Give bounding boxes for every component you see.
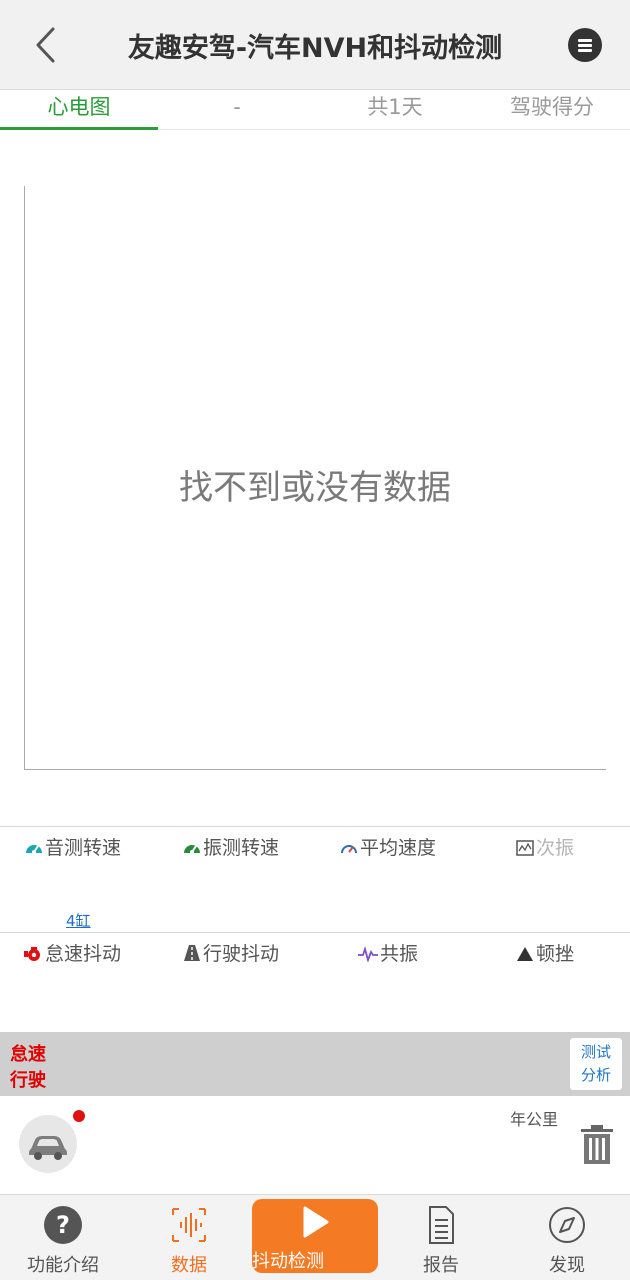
nav-feature-intro[interactable]: ? 功能介绍 (0, 1195, 126, 1280)
menu-button[interactable] (568, 28, 602, 62)
road-icon (183, 944, 201, 967)
nav-feature-intro-label: 功能介绍 (27, 1255, 99, 1276)
metric-avg-speed[interactable]: 平均速度 (340, 833, 436, 861)
metric-audio-rpm-label: 音测转速 (45, 837, 122, 859)
svg-text:?: ? (56, 1211, 70, 1239)
test-analysis-button[interactable]: 测试 分析 (570, 1038, 622, 1090)
metric-jerk[interactable]: 顿挫 (516, 939, 574, 967)
metric-vibration-rpm[interactable]: 振测转速 (183, 833, 279, 861)
test-analysis-line2: 分析 (580, 1066, 611, 1084)
metrics-row-top: 音测转速 振测转速 平均速度 次振 (0, 826, 630, 932)
metric-idle-shake[interactable]: 怠速抖动 (23, 939, 121, 967)
car-avatar[interactable] (19, 1115, 77, 1173)
status-driving-label: 行驶 (10, 1070, 46, 1091)
tab-bar: 心电图 - 共1天 驾驶得分 (0, 90, 630, 130)
metrics-row-bottom: 怠速抖动 行驶抖动 共振 顿挫 (0, 932, 630, 1032)
chevron-left-icon (36, 27, 55, 63)
menu-icon-line (578, 49, 592, 52)
nav-data-label: 数据 (171, 1255, 207, 1276)
metric-idle-shake-label: 怠速抖动 (45, 943, 122, 965)
nav-discover[interactable]: 发现 (504, 1195, 630, 1280)
gauge-icon (340, 839, 358, 861)
delete-button[interactable] (579, 1124, 615, 1166)
help-icon: ? (44, 1206, 82, 1244)
play-icon (303, 1206, 329, 1238)
nav-report[interactable]: 报告 (378, 1195, 504, 1280)
status-idle-label: 怠速 (10, 1044, 46, 1065)
metric-resonance-label: 共振 (380, 943, 419, 965)
engine-icon (23, 945, 43, 967)
chart-icon (516, 839, 534, 861)
metric-driving-shake[interactable]: 行驶抖动 (183, 939, 279, 967)
nav-discover-label: 发现 (549, 1255, 585, 1276)
triangle-icon (516, 945, 534, 967)
metric-vibration-count-label: 次振 (536, 837, 575, 859)
test-analysis-line1: 测试 (580, 1043, 611, 1061)
nav-shake-detection[interactable]: 抖动检测 (252, 1199, 378, 1273)
metric-vibration-rpm-label: 振测转速 (203, 837, 280, 859)
annual-mileage: 年公里 (509, 1110, 558, 1129)
menu-icon (578, 39, 592, 42)
metric-resonance[interactable]: 共振 (358, 939, 418, 967)
bottom-nav: ? 功能介绍 数据 抖动检测 报告 发现 (0, 1194, 630, 1280)
tab-driving-score[interactable]: 驾驶得分 (474, 90, 630, 130)
data-icon (172, 1208, 206, 1242)
metric-avg-speed-label: 平均速度 (360, 837, 437, 859)
tab-days[interactable]: 共1天 (316, 90, 474, 130)
document-icon (429, 1206, 454, 1244)
tab-ecg[interactable]: 心电图 (0, 90, 158, 130)
vehicle-card: 年公里 (0, 1096, 630, 1194)
back-button[interactable] (22, 20, 70, 70)
pulse-icon (358, 945, 378, 967)
compass-icon (549, 1207, 585, 1243)
speedometer-icon (25, 839, 43, 861)
metric-vibration-count[interactable]: 次振 (516, 833, 574, 861)
nav-data[interactable]: 数据 (126, 1195, 252, 1280)
notification-dot (73, 1110, 85, 1122)
page-title: 友趣安驾-汽车NVH和抖动检测 (127, 33, 503, 64)
status-bar: 怠速 行驶 测试 分析 (0, 1032, 630, 1096)
active-tab-indicator (0, 127, 158, 130)
tab-range[interactable]: - (158, 90, 316, 130)
speedometer-icon (183, 839, 201, 861)
app-header: 友趣安驾-汽车NVH和抖动检测 (0, 0, 630, 90)
metric-jerk-label: 顿挫 (536, 943, 575, 965)
metric-driving-shake-label: 行驶抖动 (203, 943, 280, 965)
nav-shake-detection-label: 抖动检测 (252, 1251, 324, 1272)
metric-audio-rpm[interactable]: 音测转速 (25, 833, 121, 861)
trash-icon (581, 1125, 613, 1164)
nav-report-label: 报告 (423, 1255, 459, 1276)
cylinder-count-link[interactable]: 4缸 (66, 910, 91, 931)
menu-icon-line (578, 44, 592, 47)
car-icon (29, 1136, 67, 1160)
empty-data-message: 找不到或没有数据 (179, 468, 451, 508)
